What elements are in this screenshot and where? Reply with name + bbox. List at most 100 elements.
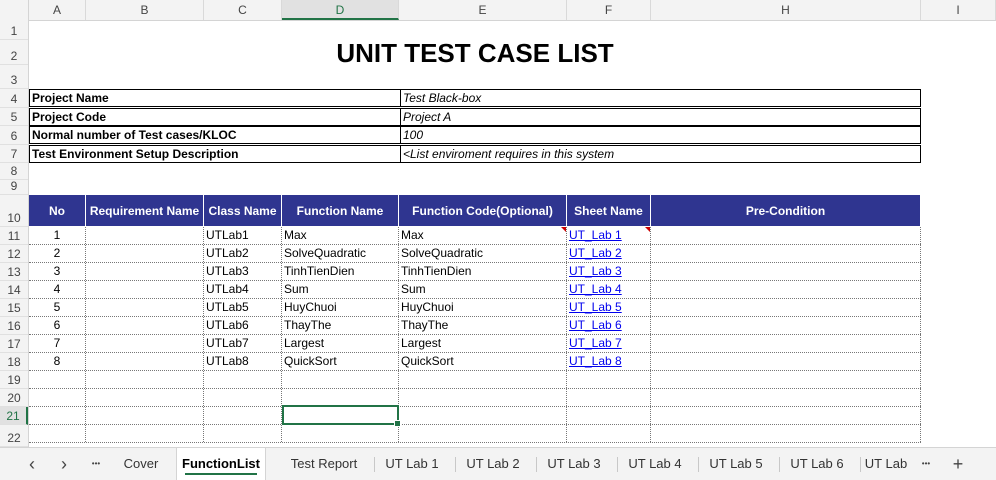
row-header-9[interactable]: 9 [0,179,28,195]
column-header-f[interactable]: F [567,0,651,20]
table-cell[interactable]: Sum [282,281,399,298]
chevron-left-icon[interactable]: ‹ [20,448,44,480]
table-cell[interactable] [651,281,921,298]
info-value[interactable]: <List enviroment requires in this system [400,146,923,162]
row-header-12[interactable]: 12 [0,245,28,263]
row-header-20[interactable]: 20 [0,389,28,407]
table-cell[interactable]: 3 [29,263,86,280]
sheet-tab[interactable]: UT Lab [860,448,912,480]
more-sheets-right-icon[interactable]: ••• [914,448,938,480]
sheet-tab[interactable]: UT Lab 6 [779,448,855,480]
sheet-link[interactable]: UT_Lab 8 [567,353,651,370]
comment-indicator-icon[interactable] [645,227,650,232]
row-header-13[interactable]: 13 [0,263,28,281]
sheet-link-label[interactable]: UT_Lab 2 [569,246,622,260]
info-value[interactable]: 100 [400,127,923,143]
table-cell[interactable]: QuickSort [399,353,567,370]
column-header-e[interactable]: E [399,0,567,20]
column-header-h[interactable]: H [651,0,921,20]
row-header-16[interactable]: 16 [0,317,28,335]
table-cell[interactable] [399,371,567,388]
table-cell[interactable]: 2 [29,245,86,262]
table-cell[interactable] [86,281,204,298]
sheet-link-label[interactable]: UT_Lab 5 [569,300,622,314]
sheet-link-label[interactable]: UT_Lab 7 [569,336,622,350]
table-cell[interactable] [204,371,282,388]
table-cell[interactable]: Max [282,227,399,244]
table-cell[interactable] [399,425,567,442]
table-cell[interactable]: Sum [399,281,567,298]
row-header-7[interactable]: 7 [0,145,28,163]
table-cell[interactable]: 5 [29,299,86,316]
column-header-b[interactable]: B [86,0,204,20]
table-cell[interactable] [86,317,204,334]
table-cell[interactable] [86,335,204,352]
sheet-link[interactable] [567,425,651,442]
sheet-tab[interactable]: Test Report [278,448,370,480]
table-cell[interactable]: 4 [29,281,86,298]
column-header-i[interactable]: I [921,0,996,20]
table-cell[interactable] [86,407,204,424]
column-header-c[interactable]: C [204,0,282,20]
sheet-link[interactable] [567,389,651,406]
table-cell[interactable]: HuyChuoi [399,299,567,316]
row-header-11[interactable]: 11 [0,227,28,245]
table-cell[interactable] [86,263,204,280]
table-cell[interactable] [651,299,921,316]
info-value[interactable]: Test Black-box [400,90,923,106]
sheet-link-label[interactable]: UT_Lab 3 [569,264,622,278]
table-cell[interactable] [282,425,399,442]
row-header-15[interactable]: 15 [0,299,28,317]
table-cell[interactable]: 1 [29,227,86,244]
table-cell[interactable]: UTLab8 [204,353,282,370]
table-cell[interactable]: SolveQuadratic [282,245,399,262]
comment-indicator-icon[interactable] [561,227,566,232]
table-cell[interactable]: UTLab2 [204,245,282,262]
sheet-link-label[interactable]: UT_Lab 4 [569,282,622,296]
add-sheet-icon[interactable]: + [946,448,970,480]
sheet-tab[interactable]: UT Lab 1 [374,448,450,480]
table-cell[interactable] [399,407,567,424]
table-cell[interactable] [651,245,921,262]
table-cell[interactable] [29,371,86,388]
table-cell[interactable] [29,389,86,406]
row-header-6[interactable]: 6 [0,126,28,145]
sheet-link[interactable]: UT_Lab 7 [567,335,651,352]
sheet-tab[interactable]: UT Lab 4 [617,448,693,480]
column-header-d[interactable]: D [282,0,399,20]
row-header-14[interactable]: 14 [0,281,28,299]
table-cell[interactable] [86,227,204,244]
sheet-link[interactable]: UT_Lab 4 [567,281,651,298]
chevron-right-icon[interactable]: › [52,448,76,480]
sheet-tab[interactable]: Cover [110,448,172,480]
sheet-tab[interactable]: FunctionList [176,448,266,480]
table-cell[interactable] [651,317,921,334]
row-header-19[interactable]: 19 [0,371,28,389]
table-cell[interactable] [29,407,86,424]
table-cell[interactable]: UTLab5 [204,299,282,316]
table-cell[interactable] [29,425,86,442]
table-cell[interactable] [86,353,204,370]
row-header-8[interactable]: 8 [0,163,28,180]
sheet-link[interactable] [567,407,651,424]
sheet-link-label[interactable]: UT_Lab 8 [569,354,622,368]
more-sheets-left-icon[interactable]: ••• [84,448,108,480]
table-cell[interactable] [86,371,204,388]
table-cell[interactable]: ThayThe [282,317,399,334]
sheet-link[interactable]: UT_Lab 6 [567,317,651,334]
sheet-link-label[interactable]: UT_Lab 1 [569,228,622,242]
select-all-corner[interactable] [0,0,29,20]
row-header-21[interactable]: 21 [0,407,28,425]
worksheet-grid[interactable]: UNIT TEST CASE LIST Project Name Test Bla… [29,20,996,447]
sheet-tab[interactable]: UT Lab 5 [698,448,774,480]
table-cell[interactable] [204,389,282,406]
table-cell[interactable] [204,425,282,442]
row-header-22[interactable]: 22 [0,425,28,447]
table-cell[interactable] [651,263,921,280]
column-header-a[interactable]: A [29,0,86,20]
table-cell[interactable]: Largest [399,335,567,352]
row-header-10[interactable]: 10 [0,195,28,227]
table-cell[interactable] [399,389,567,406]
row-header-2[interactable]: 2 [0,40,28,65]
row-header-5[interactable]: 5 [0,108,28,126]
